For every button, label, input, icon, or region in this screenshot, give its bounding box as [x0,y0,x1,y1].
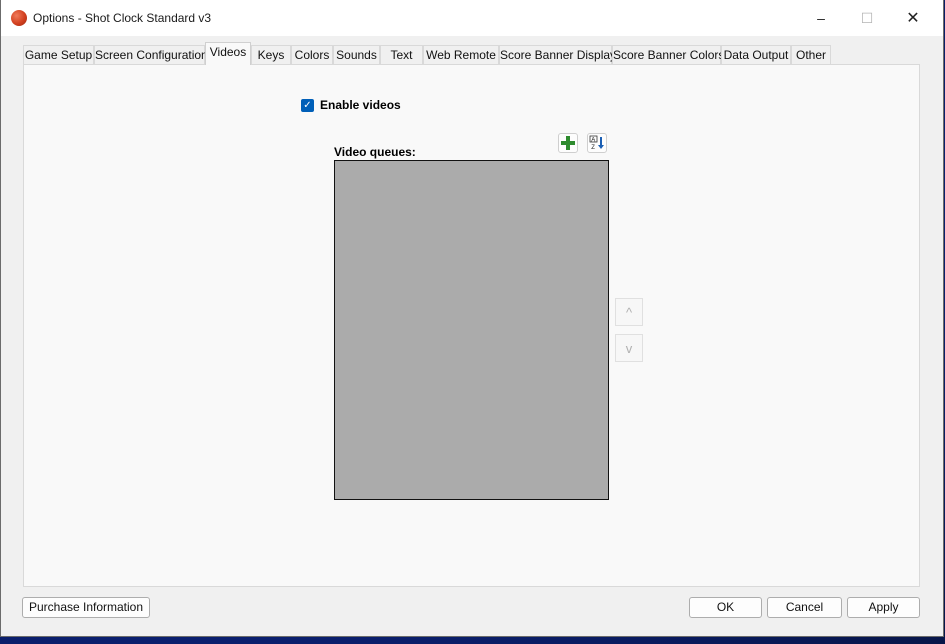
title-bar[interactable]: Options - Shot Clock Standard v3 – ☐ ✕ [1,0,943,36]
tab-score-banner-colors[interactable]: Score Banner Colors [612,45,724,64]
sort-az-icon: A Z [589,135,604,151]
apply-button[interactable]: Apply [847,597,920,618]
window-title: Options - Shot Clock Standard v3 [33,11,212,25]
maximize-button[interactable]: ☐ [844,0,890,36]
tab-text[interactable]: Text [380,45,423,64]
enable-videos-label: Enable videos [320,98,401,112]
add-queue-button[interactable] [558,133,578,153]
enable-videos-checkbox[interactable]: ✓ [301,98,314,112]
purchase-information-button[interactable]: Purchase Information [22,597,150,618]
chevron-down-icon: v [625,340,633,356]
ok-button[interactable]: OK [689,597,762,618]
svg-text:Z: Z [591,145,595,151]
tab-data-output[interactable]: Data Output [721,45,791,64]
options-window: Options - Shot Clock Standard v3 – ☐ ✕ G… [1,0,943,636]
sort-queues-button[interactable]: A Z [587,133,607,153]
tab-colors[interactable]: Colors [291,45,333,64]
svg-text:A: A [591,137,595,143]
move-up-button[interactable]: ^ [615,298,643,326]
tab-web-remote[interactable]: Web Remote [423,45,499,64]
minimize-button[interactable]: – [798,0,844,36]
video-queues-label: Video queues: [334,145,416,159]
tab-score-banner-display[interactable]: Score Banner Display [499,45,616,64]
tab-other[interactable]: Other [791,45,831,64]
tab-strip: Game Setup Screen Configuration Videos K… [23,42,921,65]
tab-keys[interactable]: Keys [251,45,291,64]
enable-videos-option[interactable]: ✓ Enable videos [301,98,401,112]
tab-game-setup[interactable]: Game Setup [23,45,94,64]
video-queues-list[interactable] [334,160,609,500]
videos-tab-panel: ✓ Enable videos A Z Video queues: ^ v [23,64,920,587]
plus-icon [561,136,575,150]
cancel-button[interactable]: Cancel [767,597,842,618]
tab-screen-configuration[interactable]: Screen Configuration [94,45,208,64]
chevron-up-icon: ^ [625,304,633,320]
tab-videos[interactable]: Videos [205,42,251,65]
close-button[interactable]: ✕ [890,0,936,36]
move-down-button[interactable]: v [615,334,643,362]
app-icon [11,10,27,26]
tab-sounds[interactable]: Sounds [333,45,380,64]
